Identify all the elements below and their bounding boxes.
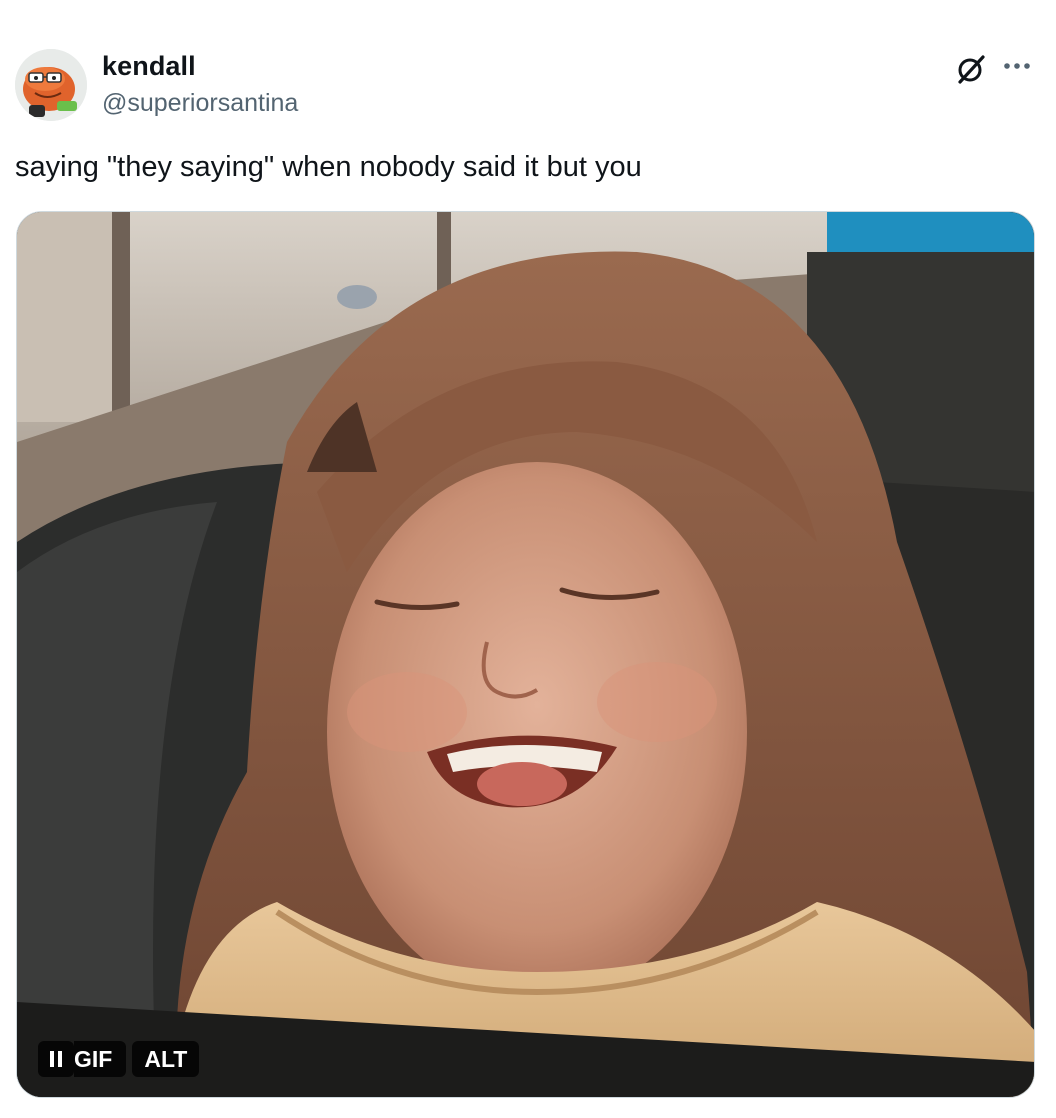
tweet-text: saying "they saying" when nobody said it… xyxy=(15,151,642,183)
media-controls: GIF ALT xyxy=(38,1041,200,1077)
pause-button[interactable] xyxy=(38,1041,74,1077)
gif-frame-image xyxy=(17,212,1034,1097)
avatar-image xyxy=(15,49,87,121)
avatar[interactable] xyxy=(15,49,87,121)
author-display-name[interactable]: kendall xyxy=(102,50,196,82)
alt-text-button[interactable]: ALT xyxy=(132,1041,200,1077)
gif-badge: GIF xyxy=(74,1041,127,1077)
grok-icon[interactable] xyxy=(954,52,988,86)
tweet-media-gif[interactable] xyxy=(16,211,1035,1098)
more-icon[interactable] xyxy=(1000,52,1034,86)
author-handle[interactable]: @superiorsantina xyxy=(102,88,298,118)
pause-icon xyxy=(50,1051,62,1067)
